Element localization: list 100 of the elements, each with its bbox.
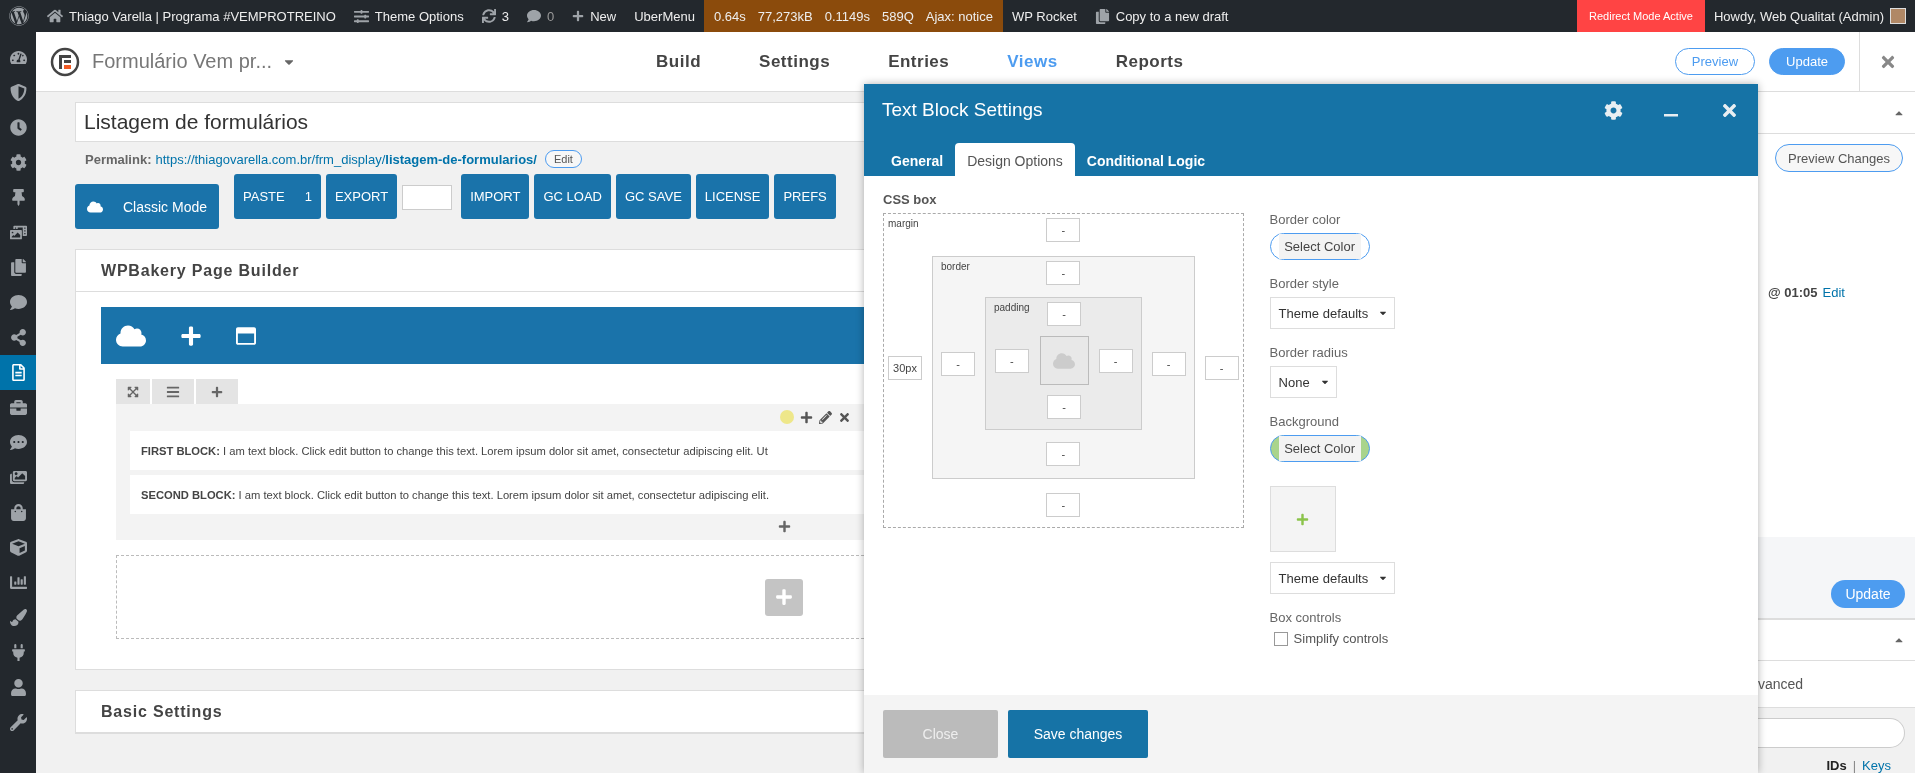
avatar <box>1890 8 1906 24</box>
field-label: Border radius <box>1269 345 1349 360</box>
briefcase-icon <box>9 399 27 416</box>
plus-icon <box>572 10 585 22</box>
plus-icon[interactable] <box>778 519 791 533</box>
toolbar-button[interactable]: EXPORT <box>325 174 398 219</box>
theme-options-link[interactable]: Theme Options <box>344 0 473 32</box>
pages-icon <box>9 259 27 276</box>
css-box-field[interactable]: - <box>1047 302 1082 326</box>
account-link[interactable]: Howdy, Web Qualitat (Admin) <box>1704 0 1915 32</box>
updates-link[interactable]: 3 <box>472 0 518 32</box>
separator: | <box>1852 758 1857 773</box>
dialog-title: Text Block Settings <box>882 99 1044 121</box>
toolbar-button[interactable]: PREFS <box>774 174 836 219</box>
search-field[interactable] <box>1758 718 1905 748</box>
css-box-field[interactable]: - <box>1047 395 1082 419</box>
select-dropdown[interactable]: Theme defaults <box>1269 562 1396 594</box>
edit-link[interactable]: Edit <box>1822 285 1845 537</box>
new-link[interactable]: New <box>563 0 626 32</box>
comments-link[interactable]: 0 <box>517 0 564 32</box>
bag-icon <box>9 504 27 521</box>
css-box-field[interactable]: - <box>1046 218 1081 242</box>
box-label: border <box>941 261 970 272</box>
box-label: padding <box>994 302 1030 313</box>
plus-icon[interactable] <box>180 324 202 347</box>
dialog-tab[interactable]: Conditional Logic <box>1074 143 1218 176</box>
query-stat: Ajax: notice <box>925 8 993 24</box>
preview-changes-button[interactable]: Preview Changes <box>1775 144 1903 172</box>
query-stat: 77,273kB <box>757 8 813 24</box>
comment-icon <box>526 9 541 23</box>
css-box-field[interactable]: - <box>1046 493 1081 517</box>
field-label: Background <box>1269 414 1340 429</box>
wp-rocket-link[interactable]: WP Rocket <box>1002 0 1086 32</box>
form-title: Formulário Vem pr... <box>92 50 273 73</box>
classic-mode-button[interactable]: Classic Mode <box>75 184 219 229</box>
plus-icon <box>775 588 793 606</box>
select-dropdown[interactable]: Theme defaults <box>1269 297 1396 329</box>
select-color-button[interactable]: Select Color <box>1269 435 1370 462</box>
css-box-field[interactable]: - <box>1204 355 1239 380</box>
quote-icon <box>9 434 27 451</box>
toolbar-button[interactable]: PASTE 1 <box>234 174 321 219</box>
block-text: SECOND BLOCK: I am text block. Click edit button to change this text. Lorem ipsum dolor sit amet, consectetur adipiscing elit. <box>141 488 769 501</box>
publish-time: @ 01:05 <box>1768 285 1818 302</box>
select-color-button[interactable]: Select Color <box>1269 233 1370 260</box>
field-label: Border style <box>1269 276 1340 291</box>
checkbox-label: Simplify controls <box>1293 631 1389 646</box>
input-field[interactable] <box>402 185 453 210</box>
wrench-icon <box>9 714 27 731</box>
toolbar-button[interactable]: GC LOAD <box>534 174 611 219</box>
mode-link[interactable]: IDs <box>1826 758 1847 773</box>
copy-draft-link[interactable]: Copy to a new draft <box>1085 0 1238 32</box>
toolbar-button[interactable]: GC SAVE <box>615 174 691 219</box>
edit-button[interactable]: Edit <box>544 150 582 168</box>
nav-tab[interactable]: Settings <box>759 51 831 72</box>
nav-tab[interactable]: Build <box>656 51 702 72</box>
dialog-tab[interactable]: Design Options <box>955 143 1075 176</box>
css-box-field[interactable]: - <box>1098 348 1133 373</box>
dialog-tab[interactable]: General <box>879 143 956 176</box>
redirect-badge: Redirect Mode Active <box>1577 0 1705 32</box>
checkbox[interactable] <box>1273 631 1288 646</box>
site-name-link[interactable]: Thiago Varella | Programa #VEMPROTREINO <box>38 0 345 32</box>
toolbar-button[interactable]: LICENSE <box>695 174 770 219</box>
select-dropdown[interactable]: None <box>1269 366 1337 398</box>
sidebar-item[interactable] <box>0 355 36 390</box>
css-box-field[interactable]: 30px <box>888 355 922 380</box>
settings-icon <box>1603 100 1623 120</box>
settings-icon <box>9 154 27 171</box>
pencil-icon[interactable] <box>819 410 832 424</box>
box-label: margin <box>888 218 919 229</box>
css-box-field[interactable]: - <box>941 351 975 376</box>
form-icon <box>9 364 27 381</box>
plus-icon <box>211 385 223 398</box>
status-dot <box>780 410 794 424</box>
css-box-field[interactable]: - <box>1046 261 1081 285</box>
nav-tab[interactable]: Reports <box>1115 51 1184 72</box>
query-stat: 589Q <box>881 8 914 24</box>
plus-icon[interactable] <box>800 410 813 424</box>
sliders-icon <box>353 8 369 24</box>
gallery-icon <box>9 469 27 486</box>
drag-handle[interactable] <box>152 379 194 404</box>
layout-icon[interactable] <box>236 325 256 346</box>
toolbar-button[interactable]: IMPORT <box>461 174 530 219</box>
permalink-link[interactable]: https://thiagovarella.com.br/frm_display/listagem-de-formularios/ <box>155 151 537 167</box>
add-column-tab[interactable] <box>196 379 238 404</box>
ubermenu-link[interactable]: UberMenu <box>625 0 704 32</box>
query-stat: 0.1149s <box>824 8 870 24</box>
css-box-label: CSS box <box>883 192 938 207</box>
close-icon[interactable] <box>838 410 851 424</box>
plug-icon <box>9 644 27 661</box>
pin-icon <box>9 189 27 206</box>
shield-icon <box>9 84 27 101</box>
save-changes-button[interactable]: Save changes <box>1008 710 1148 758</box>
mode-link[interactable]: Keys <box>1862 758 1891 773</box>
expand-tab[interactable] <box>116 379 150 404</box>
css-box-field[interactable]: - <box>1151 351 1186 376</box>
copy-icon <box>1094 8 1110 24</box>
css-box-field[interactable]: - <box>1046 442 1081 466</box>
field-label: Border color <box>1269 212 1342 227</box>
css-box-field[interactable]: - <box>994 348 1029 373</box>
nav-tab[interactable]: Entries <box>888 51 950 72</box>
